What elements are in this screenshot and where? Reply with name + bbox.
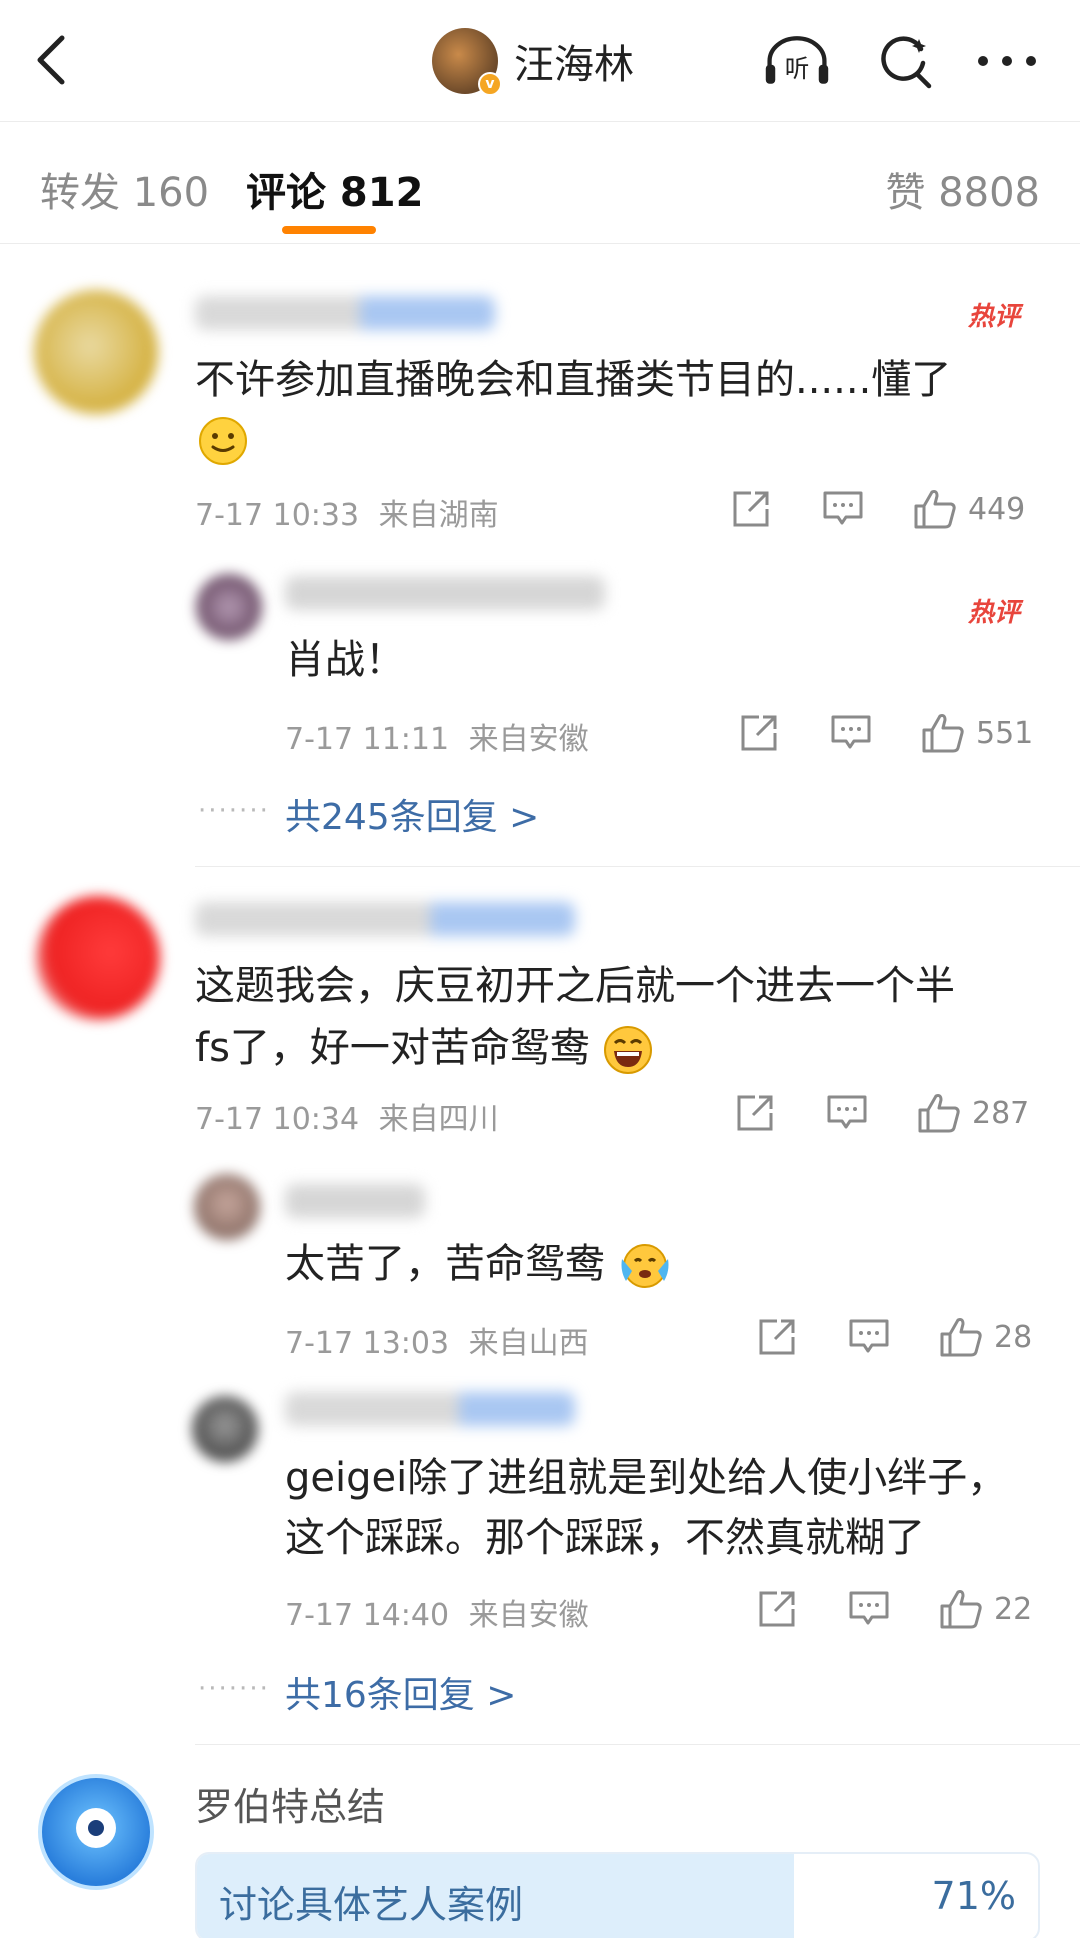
active-tab-indicator [282, 226, 376, 234]
comment-meta: 7-17 10:34 来自四川 [195, 1094, 499, 1138]
poll-option-label: 讨论具体艺人案例 [219, 1883, 524, 1927]
like-icon[interactable] [920, 710, 966, 756]
listen-icon: 听 [765, 36, 829, 84]
svg-text:听: 听 [785, 54, 810, 83]
page-title: 汪海林 [514, 42, 634, 88]
search-button[interactable] [870, 28, 940, 94]
tab-like[interactable]: 赞 8808 [885, 160, 1040, 218]
like-count: 28 [994, 1319, 1033, 1355]
comment-actions: 287 [732, 1090, 1029, 1136]
tab-repost[interactable]: 转发 160 [40, 160, 209, 218]
comment-meta: 7-17 10:33 来自湖南 [195, 490, 499, 534]
reply-time: 7-17 11:11 [285, 722, 450, 757]
verified-badge-icon: v [478, 72, 502, 96]
share-icon[interactable] [728, 486, 774, 532]
author-avatar[interactable]: v [432, 28, 502, 96]
reply-meta: 7-17 11:11 来自安徽 [285, 714, 589, 758]
header-title-group[interactable]: v 汪海林 [432, 26, 634, 96]
comment-location: 来自湖南 [378, 498, 499, 533]
like-count: 449 [968, 491, 1026, 527]
comment-divider [195, 1744, 1080, 1745]
laugh-emoji-icon [603, 1026, 652, 1074]
reply-avatar[interactable] [192, 1396, 258, 1462]
comment-time: 7-17 10:33 [195, 498, 360, 533]
more-icon [978, 56, 1036, 66]
comment-text: fs了，好一对苦命鸳鸯 [195, 1016, 653, 1080]
reply-text: geigei除了进组就是到处给人使小绊子， [285, 1455, 1008, 1501]
smile-emoji-icon [198, 416, 248, 470]
like-count: 287 [972, 1095, 1030, 1131]
like-icon[interactable] [938, 1314, 984, 1360]
more-replies-link[interactable]: 共16条回复 > [285, 1666, 516, 1718]
summary-poll-option[interactable]: 讨论具体艺人案例 71% [195, 1852, 1040, 1938]
tab-comment[interactable]: 评论 812 [246, 160, 423, 218]
reply-icon[interactable] [846, 1586, 892, 1632]
comment-time: 7-17 10:34 [195, 1102, 360, 1137]
robot-avatar[interactable] [38, 1774, 154, 1890]
reply-location: 来自山西 [468, 1326, 589, 1361]
reply-username-blurred[interactable] [285, 1392, 575, 1426]
like-icon[interactable] [916, 1090, 962, 1136]
reply-username-blurred[interactable] [285, 1184, 425, 1218]
reply-icon[interactable] [846, 1314, 892, 1360]
like-count: 22 [994, 1591, 1033, 1627]
summary-title: 罗伯特总结 [195, 1785, 386, 1829]
comment-text: 不许参加直播晚会和直播类节目的......懂了 [195, 357, 952, 403]
poll-option-percent: 71% [931, 1874, 1016, 1918]
robot-eye-icon [76, 1808, 116, 1848]
more-replies-link[interactable]: 共245条回复 > [285, 788, 539, 840]
comment-location: 来自四川 [378, 1102, 499, 1137]
like-icon[interactable] [938, 1586, 984, 1632]
back-arrow-icon [37, 35, 65, 85]
share-icon[interactable] [754, 1586, 800, 1632]
reply-icon[interactable] [828, 710, 874, 756]
comment-avatar[interactable] [36, 896, 160, 1020]
comment-text: 这题我会，庆豆初开之后就一个进去一个半 [195, 963, 955, 1009]
more-button[interactable] [972, 28, 1042, 94]
reply-text: 这个踩踩。那个踩踩，不然真就糊了 [285, 1515, 925, 1561]
share-icon[interactable] [732, 1090, 778, 1136]
hot-comment-badge: 热评 [968, 598, 1021, 628]
reply-avatar[interactable] [196, 574, 262, 640]
reply-text: 肖战！ [285, 637, 405, 683]
reply-meta: 7-17 13:03 来自山西 [285, 1318, 589, 1362]
reply-icon[interactable] [820, 486, 866, 532]
dots-separator: ······· [198, 796, 270, 826]
crying-emoji-icon [621, 1244, 669, 1288]
reply-location: 来自安徽 [468, 1598, 589, 1633]
reply-username-blurred[interactable] [285, 576, 605, 610]
reply-text: 太苦了，苦命鸳鸯 [285, 1232, 672, 1296]
reply-avatar[interactable] [194, 1174, 260, 1240]
reply-meta: 7-17 14:40 来自安徽 [285, 1590, 589, 1634]
reply-time: 7-17 14:40 [285, 1598, 450, 1633]
search-icon [881, 36, 932, 89]
tab-bar: 转发 160 评论 812 赞 8808 [0, 122, 1080, 244]
like-icon[interactable] [912, 486, 958, 532]
reply-time: 7-17 13:03 [285, 1326, 450, 1361]
listen-button[interactable]: 听 [762, 28, 832, 94]
reply-actions: 551 [736, 710, 1033, 756]
reply-actions: 22 [754, 1586, 1032, 1632]
share-icon[interactable] [736, 710, 782, 756]
share-icon[interactable] [754, 1314, 800, 1360]
reply-actions: 28 [754, 1314, 1032, 1360]
comment-divider [195, 866, 1080, 867]
dots-separator: ······· [198, 1674, 270, 1704]
back-button[interactable] [28, 30, 78, 90]
top-nav: v 汪海林 听 [0, 0, 1080, 122]
reply-icon[interactable] [824, 1090, 870, 1136]
comment-actions: 449 [728, 486, 1025, 532]
comment-username-blurred[interactable] [195, 296, 495, 330]
reply-location: 来自安徽 [468, 722, 589, 757]
hot-comment-badge: 热评 [968, 302, 1021, 332]
like-count: 551 [976, 715, 1034, 751]
comment-avatar[interactable] [34, 290, 158, 414]
comment-username-blurred[interactable] [195, 902, 575, 936]
